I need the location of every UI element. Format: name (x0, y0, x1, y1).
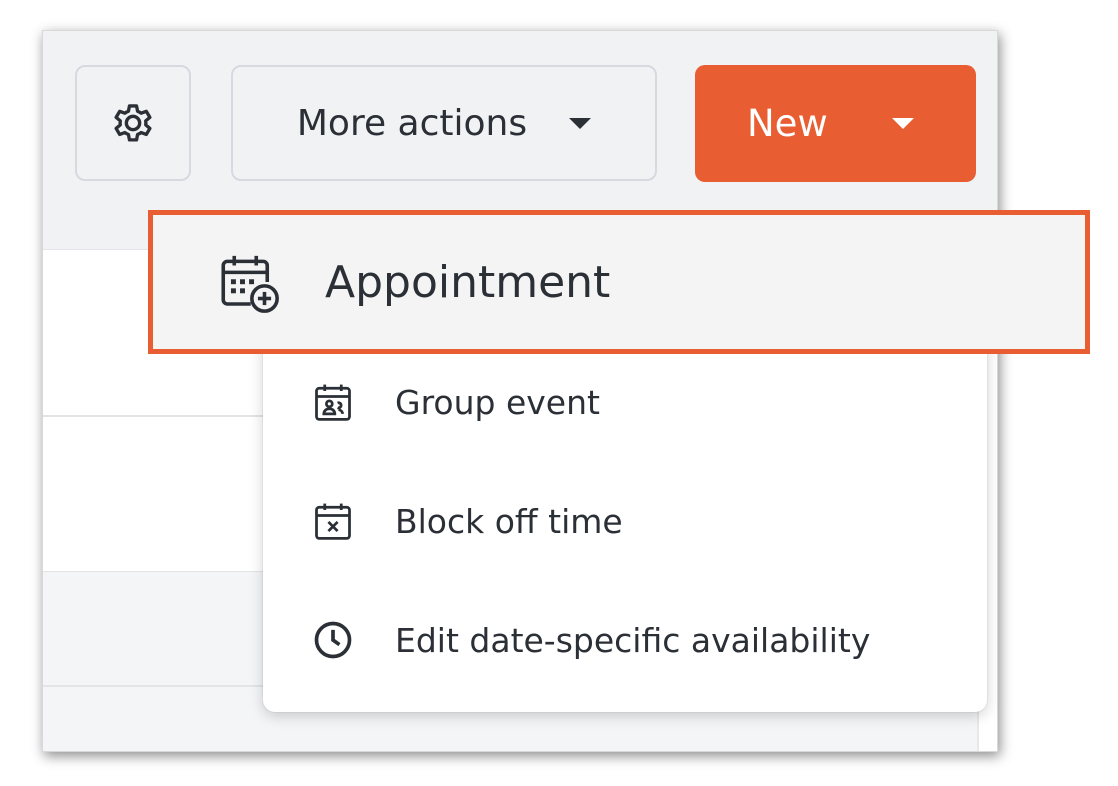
menu-item-edit-availability[interactable]: Edit date-specific availability (263, 600, 987, 680)
settings-button[interactable] (75, 65, 191, 181)
divider (43, 415, 265, 417)
menu-item-label: Appointment (325, 256, 611, 308)
calendar-add-icon (221, 255, 279, 313)
new-button-label: New (747, 102, 828, 145)
menu-item-label: Block off time (395, 501, 623, 541)
more-actions-label: More actions (296, 102, 528, 144)
menu-item-group-event[interactable]: Group event (263, 362, 987, 442)
calendar-group-icon (315, 384, 351, 421)
clock-icon (314, 621, 352, 659)
screenshot-stage: More actions New Group event Block off t… (0, 0, 1118, 786)
menu-item-block-off-time[interactable]: Block off time (263, 481, 987, 561)
menu-item-appointment[interactable]: Appointment (148, 210, 1090, 354)
more-actions-button[interactable]: More actions (231, 65, 657, 181)
menu-item-label: Edit date-specific availability (395, 620, 871, 660)
calendar-x-icon (315, 503, 351, 540)
menu-item-label: Group event (395, 382, 600, 422)
new-button[interactable]: New (695, 65, 976, 182)
gear-icon (114, 104, 152, 142)
chevron-down-icon (569, 117, 592, 129)
chevron-down-icon (891, 118, 914, 129)
